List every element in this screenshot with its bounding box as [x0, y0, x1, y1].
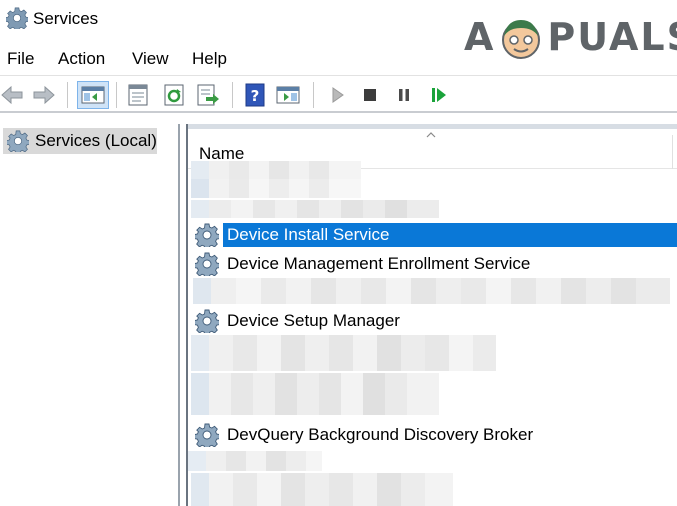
blurred-row	[193, 278, 670, 304]
svg-text:?: ?	[251, 87, 260, 105]
service-row[interactable]: Device Install Service	[193, 221, 677, 249]
console-tree-pane: Services (Local)	[0, 124, 180, 506]
menu-bar: File Action View Help	[0, 47, 677, 73]
service-name: Device Management Enrollment Service	[227, 254, 531, 273]
resume-service-icon[interactable]	[425, 81, 453, 109]
toolbar-separator	[67, 82, 68, 108]
stop-service-icon[interactable]	[356, 81, 384, 109]
service-gear-icon	[195, 252, 219, 276]
refresh-icon[interactable]	[160, 81, 188, 109]
blurred-row	[191, 161, 361, 179]
service-row[interactable]: DevQuery Background Discovery Broker	[193, 421, 677, 449]
menu-file[interactable]: File	[7, 49, 34, 69]
blurred-row	[191, 373, 439, 415]
services-list-pane: Name Device Install Service Device Manag…	[186, 124, 677, 506]
back-arrow-icon[interactable]	[0, 81, 26, 109]
blurred-row	[188, 451, 322, 471]
toolbar-separator	[232, 82, 233, 108]
blurred-row	[191, 473, 453, 506]
pause-service-icon[interactable]	[390, 81, 418, 109]
service-gear-icon	[195, 423, 219, 447]
services-gear-icon	[6, 7, 28, 29]
services-gear-icon	[7, 130, 29, 152]
export-list-icon[interactable]	[194, 81, 222, 109]
tree-item-services-local[interactable]: Services (Local)	[3, 128, 157, 154]
service-gear-icon	[195, 309, 219, 333]
column-divider[interactable]	[672, 135, 673, 169]
service-row[interactable]: Device Setup Manager	[193, 307, 677, 335]
menu-view[interactable]: View	[132, 49, 169, 69]
service-name: Device Setup Manager	[227, 311, 400, 330]
menu-help[interactable]: Help	[192, 49, 227, 69]
help-icon[interactable]: ?	[241, 81, 269, 109]
show-hide-console-tree-icon[interactable]	[77, 81, 109, 109]
properties-icon[interactable]	[124, 81, 152, 109]
service-name: DevQuery Background Discovery Broker	[227, 425, 534, 444]
service-row[interactable]: Device Management Enrollment Service	[193, 250, 677, 278]
menu-action[interactable]: Action	[58, 49, 105, 69]
toolbar: ?	[0, 75, 677, 113]
toolbar-separator	[313, 82, 314, 108]
service-name: Device Install Service	[223, 223, 677, 247]
window-title: Services	[33, 9, 99, 28]
tree-item-label: Services (Local)	[35, 131, 157, 150]
start-service-icon[interactable]	[324, 81, 352, 109]
service-gear-icon	[195, 223, 219, 247]
blurred-row	[191, 200, 439, 218]
blurred-row	[191, 179, 361, 198]
toolbar-separator	[116, 82, 117, 108]
blurred-row	[191, 335, 496, 371]
sort-ascending-icon	[426, 132, 436, 138]
show-action-pane-icon[interactable]	[274, 81, 302, 109]
forward-arrow-icon[interactable]	[30, 81, 58, 109]
